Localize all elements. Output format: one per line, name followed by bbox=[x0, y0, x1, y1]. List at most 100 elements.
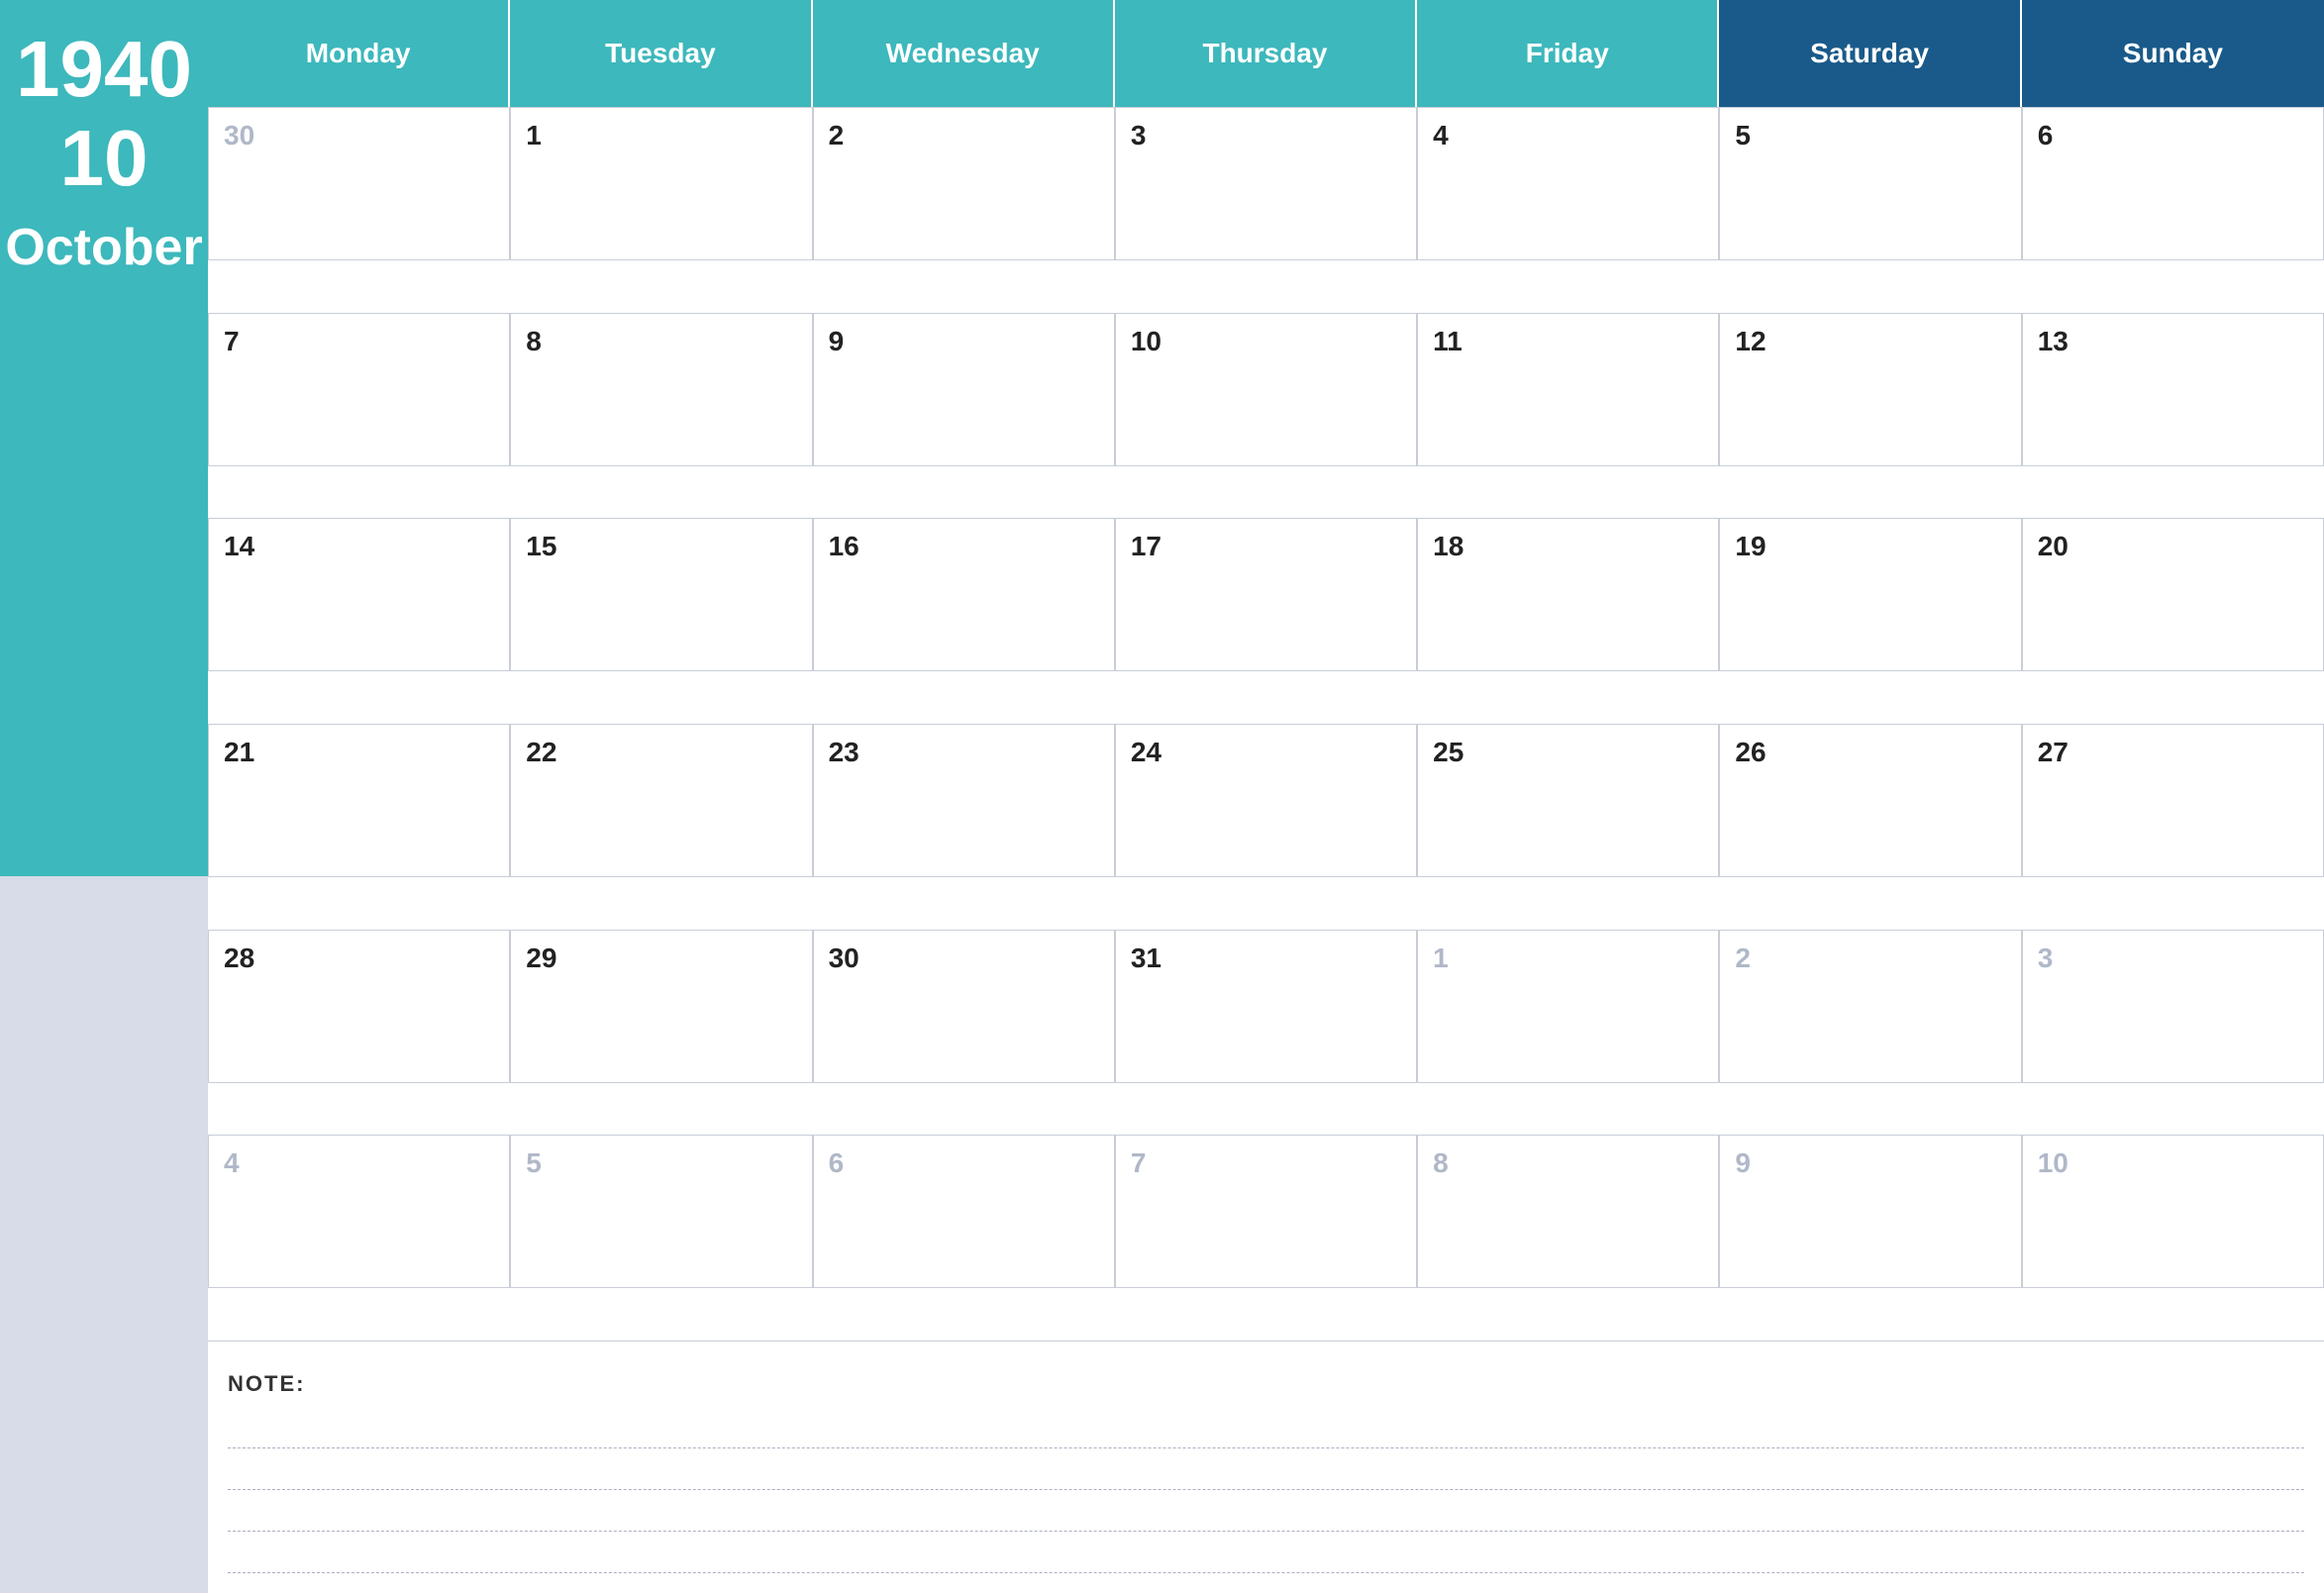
calendar-cell[interactable]: 7 bbox=[208, 313, 510, 466]
calendar-wrapper: 1940 10 October MondayTuesdayWednesdayTh… bbox=[0, 0, 2324, 1593]
main-content: MondayTuesdayWednesdayThursdayFridaySatu… bbox=[208, 0, 2324, 1593]
calendar-cell[interactable]: 17 bbox=[1115, 518, 1417, 671]
calendar-cell[interactable]: 21 bbox=[208, 724, 510, 877]
day-number: 5 bbox=[526, 1147, 542, 1178]
calendar-cell[interactable]: 5 bbox=[1719, 107, 2021, 260]
day-number: 21 bbox=[224, 737, 254, 767]
calendar-cell[interactable]: 11 bbox=[1417, 313, 1719, 466]
calendar-cell[interactable]: 4 bbox=[208, 1135, 510, 1288]
day-number: 3 bbox=[1131, 120, 1147, 150]
day-number: 25 bbox=[1433, 737, 1464, 767]
day-number: 31 bbox=[1131, 943, 1162, 973]
note-line-2 bbox=[228, 1448, 2304, 1490]
day-number: 14 bbox=[224, 531, 254, 561]
day-number: 20 bbox=[2038, 531, 2069, 561]
day-number: 2 bbox=[829, 120, 845, 150]
calendar-cell[interactable]: 8 bbox=[1417, 1135, 1719, 1288]
day-number: 1 bbox=[526, 120, 542, 150]
day-number: 7 bbox=[1131, 1147, 1147, 1178]
calendar-cell[interactable]: 24 bbox=[1115, 724, 1417, 877]
calendar-cell[interactable]: 25 bbox=[1417, 724, 1719, 877]
calendar-cell[interactable]: 9 bbox=[813, 313, 1115, 466]
day-number: 8 bbox=[526, 326, 542, 356]
day-number: 7 bbox=[224, 326, 240, 356]
day-number: 30 bbox=[224, 120, 254, 150]
day-number: 24 bbox=[1131, 737, 1162, 767]
calendar-cell[interactable]: 2 bbox=[813, 107, 1115, 260]
calendar-cell[interactable]: 18 bbox=[1417, 518, 1719, 671]
calendar-cell[interactable]: 13 bbox=[2022, 313, 2324, 466]
calendar-cell[interactable]: 20 bbox=[2022, 518, 2324, 671]
day-header-friday: Friday bbox=[1417, 0, 1719, 107]
sidebar-month: October bbox=[5, 218, 202, 277]
day-number: 13 bbox=[2038, 326, 2069, 356]
day-number: 2 bbox=[1735, 943, 1751, 973]
calendar-cell[interactable]: 9 bbox=[1719, 1135, 2021, 1288]
day-number: 23 bbox=[829, 737, 859, 767]
day-number: 5 bbox=[1735, 120, 1751, 150]
days-header: MondayTuesdayWednesdayThursdayFridaySatu… bbox=[208, 0, 2324, 107]
day-number: 1 bbox=[1433, 943, 1449, 973]
calendar-cell[interactable]: 10 bbox=[2022, 1135, 2324, 1288]
calendar-cell[interactable]: 7 bbox=[1115, 1135, 1417, 1288]
calendar-cell[interactable]: 30 bbox=[208, 107, 510, 260]
calendar-cell[interactable]: 1 bbox=[510, 107, 812, 260]
day-header-saturday: Saturday bbox=[1719, 0, 2021, 107]
day-number: 6 bbox=[829, 1147, 845, 1178]
day-number: 12 bbox=[1735, 326, 1766, 356]
sidebar-year: 1940 bbox=[16, 30, 192, 109]
note-line-4 bbox=[228, 1532, 2304, 1573]
note-line-3 bbox=[228, 1490, 2304, 1532]
day-number: 4 bbox=[224, 1147, 240, 1178]
calendar-cell[interactable]: 22 bbox=[510, 724, 812, 877]
day-number: 19 bbox=[1735, 531, 1766, 561]
sidebar: 1940 10 October bbox=[0, 0, 208, 1593]
day-number: 17 bbox=[1131, 531, 1162, 561]
calendar-cell[interactable]: 26 bbox=[1719, 724, 2021, 877]
calendar-cell[interactable]: 1 bbox=[1417, 930, 1719, 1083]
day-number: 11 bbox=[1433, 326, 1463, 356]
day-number: 15 bbox=[526, 531, 556, 561]
day-number: 4 bbox=[1433, 120, 1449, 150]
day-number: 16 bbox=[829, 531, 859, 561]
calendar-cell[interactable]: 3 bbox=[1115, 107, 1417, 260]
day-number: 10 bbox=[1131, 326, 1162, 356]
day-number: 10 bbox=[2038, 1147, 2069, 1178]
day-number: 22 bbox=[526, 737, 556, 767]
calendar-cell[interactable]: 23 bbox=[813, 724, 1115, 877]
day-number: 28 bbox=[224, 943, 254, 973]
day-header-thursday: Thursday bbox=[1115, 0, 1417, 107]
day-number: 30 bbox=[829, 943, 859, 973]
calendar-cell[interactable]: 3 bbox=[2022, 930, 2324, 1083]
calendar-cell[interactable]: 2 bbox=[1719, 930, 2021, 1083]
day-header-sunday: Sunday bbox=[2022, 0, 2324, 107]
calendar-cell[interactable]: 6 bbox=[2022, 107, 2324, 260]
calendar-cell[interactable]: 19 bbox=[1719, 518, 2021, 671]
calendar-cell[interactable]: 30 bbox=[813, 930, 1115, 1083]
calendar-cell[interactable]: 6 bbox=[813, 1135, 1115, 1288]
calendar-cell[interactable]: 27 bbox=[2022, 724, 2324, 877]
calendar-cell[interactable]: 4 bbox=[1417, 107, 1719, 260]
calendar-cell[interactable]: 29 bbox=[510, 930, 812, 1083]
calendar-cell[interactable]: 31 bbox=[1115, 930, 1417, 1083]
day-header-monday: Monday bbox=[208, 0, 510, 107]
day-number: 8 bbox=[1433, 1147, 1449, 1178]
calendar-cell[interactable]: 5 bbox=[510, 1135, 812, 1288]
day-number: 26 bbox=[1735, 737, 1766, 767]
notes-section: NOTE: bbox=[208, 1341, 2324, 1593]
sidebar-day: 10 bbox=[60, 119, 149, 198]
day-number: 29 bbox=[526, 943, 556, 973]
day-header-tuesday: Tuesday bbox=[510, 0, 812, 107]
day-number: 6 bbox=[2038, 120, 2054, 150]
calendar-cell[interactable]: 16 bbox=[813, 518, 1115, 671]
calendar-cell[interactable]: 28 bbox=[208, 930, 510, 1083]
note-line-1 bbox=[228, 1407, 2304, 1448]
day-number: 9 bbox=[829, 326, 845, 356]
calendar-cell[interactable]: 15 bbox=[510, 518, 812, 671]
calendar-cell[interactable]: 12 bbox=[1719, 313, 2021, 466]
day-number: 3 bbox=[2038, 943, 2054, 973]
calendar-cell[interactable]: 14 bbox=[208, 518, 510, 671]
calendar-cell[interactable]: 8 bbox=[510, 313, 812, 466]
day-number: 18 bbox=[1433, 531, 1464, 561]
calendar-cell[interactable]: 10 bbox=[1115, 313, 1417, 466]
